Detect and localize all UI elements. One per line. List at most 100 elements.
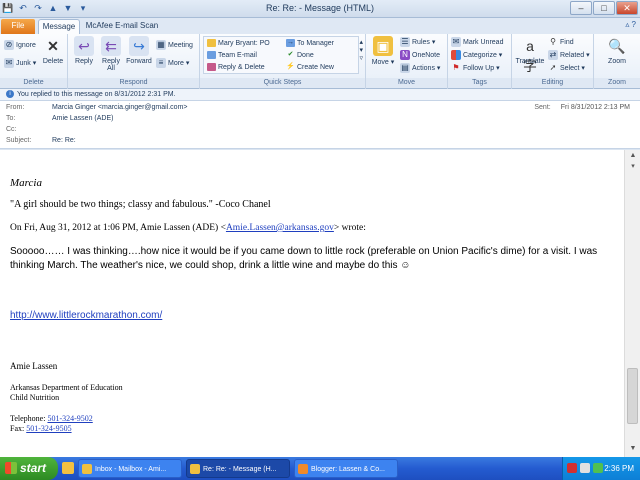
to-row: To: Amie Lassen (ADE) <box>6 115 114 122</box>
system-tray: 2:36 PM <box>562 457 640 480</box>
select-button[interactable]: ➚ Select ▾ <box>548 63 585 73</box>
clock: 2:36 PM <box>604 464 634 473</box>
title-bar: 💾 ↶ ↷ ▲ ▼ ▾ Re: Re: - Message (HTML) – □… <box>0 0 640 18</box>
team-email-icon <box>207 51 216 59</box>
more-button[interactable]: ≡ More ▾ <box>156 58 189 68</box>
gallery-scroll-icon[interactable]: ▴ ▾ ▿ <box>359 38 363 62</box>
quicklaunch-icon[interactable] <box>62 462 74 474</box>
quick-steps-label: Quick Steps <box>200 78 365 88</box>
quick-step-done[interactable]: ✔ Done <box>286 51 314 59</box>
windows-logo-icon <box>5 462 17 474</box>
actions-button[interactable]: ▤ Actions ▾ <box>400 63 440 73</box>
maximize-button[interactable]: □ <box>593 1 615 15</box>
ignore-button[interactable]: ⊘ Ignore <box>4 40 36 50</box>
quick-step-team[interactable]: Team E-mail <box>207 51 257 59</box>
info-bar: i You replied to this message on 8/31/201… <box>0 89 640 101</box>
fax-link[interactable]: 501-324-9505 <box>26 424 71 433</box>
quick-step-create[interactable]: ⚡ Create New <box>286 63 334 71</box>
marathon-link[interactable]: http://www.littlerockmarathon.com/ <box>10 310 162 321</box>
window-title: Re: Re: - Message (HTML) <box>265 3 375 13</box>
scroll-down-icon[interactable]: ▼ <box>628 445 638 455</box>
email-link[interactable]: Amie.Lassen@arkansas.gov <box>226 223 334 233</box>
organization: Arkansas Department of Education Child Nu… <box>10 383 123 402</box>
message-body[interactable]: Marcia "A girl should be two things; cla… <box>0 150 624 457</box>
task-inbox[interactable]: Inbox - Mailbox - Ami... <box>78 459 182 478</box>
from-value[interactable]: Marcia Ginger <marcia.ginger@gmail.com> <box>52 104 188 111</box>
ribbon-tabs: File Message McAfee E-mail Scan ▵ ? <box>0 18 640 34</box>
lightning-icon: ⚡ <box>286 63 295 70</box>
editing-group-label: Editing <box>512 78 593 88</box>
quick-step-mary[interactable]: Mary Bryant: PO <box>207 39 270 47</box>
to-value[interactable]: Amie Lassen (ADE) <box>52 115 113 122</box>
zoom-button[interactable]: 🔍 Zoom <box>602 36 632 65</box>
subject-value: Re: Re: <box>52 137 76 144</box>
ribbon: ⊘ Ignore ✉ Junk ▾ ✕ Delete Delete ↩ Reply ⇇ R… <box>0 34 640 89</box>
junk-icon: ✉ <box>4 58 14 68</box>
tab-message[interactable]: Message <box>38 19 80 34</box>
outlook-icon <box>82 464 92 474</box>
delete-button[interactable]: ✕ Delete <box>40 36 66 65</box>
move-group-label: Move <box>366 78 447 88</box>
reply-all-icon: ⇇ <box>101 36 121 56</box>
move-button[interactable]: ▣ Move ▾ <box>370 36 396 66</box>
junk-button[interactable]: ✉ Junk ▾ <box>4 58 36 68</box>
rules-button[interactable]: ☰ Rules ▾ <box>400 37 435 47</box>
translate-button[interactable]: a字 Translate <box>514 36 546 74</box>
reply-button[interactable]: ↩ Reply <box>72 36 96 65</box>
onenote-button[interactable]: N OneNote <box>400 50 440 60</box>
scroll-expand-icon[interactable]: ▾ <box>628 162 638 172</box>
actions-icon: ▤ <box>400 63 410 73</box>
network-icon[interactable] <box>580 463 590 473</box>
forward-button[interactable]: ↪ Forward <box>124 36 154 65</box>
mark-unread-button[interactable]: ✉ Mark Unread <box>451 37 503 47</box>
help-icon[interactable]: ▵ ? <box>625 20 636 29</box>
signature-name: Marcia <box>10 177 42 189</box>
zoom-group-label: Zoom <box>594 78 640 88</box>
telephone-link[interactable]: 501-324-9502 <box>47 414 92 423</box>
sent-row: Sent: Fri 8/31/2012 2:13 PM <box>534 104 630 111</box>
vertical-scrollbar[interactable]: ▲ ▾ ▼ <box>624 150 640 457</box>
cc-row: Cc: <box>6 126 17 133</box>
editing-group: a字 Translate ⚲ Find ⇄ Related ▾ ➚ Select ▾ E… <box>512 34 594 89</box>
more-icon: ≡ <box>156 58 166 68</box>
subject-row: Subject: Re: Re: <box>6 137 76 144</box>
reply-icon: ↩ <box>74 36 94 56</box>
message-paragraph: Sooooo…… I was thinking….how nice it wou… <box>10 246 598 271</box>
signature-quote: "A girl should be two things; classy and… <box>10 199 271 210</box>
forward-icon: ↪ <box>129 36 149 56</box>
task-blogger[interactable]: Blogger: Lassen & Co... <box>294 459 398 478</box>
categorize-button[interactable]: Categorize ▾ <box>451 50 502 60</box>
move-group: ▣ Move ▾ ☰ Rules ▾ N OneNote ▤ Actions ▾ Mov… <box>366 34 448 89</box>
quick-steps-gallery: Mary Bryant: PO Team E-mail Reply & Dele… <box>203 36 359 74</box>
respond-group-label: Respond <box>68 78 199 88</box>
find-button[interactable]: ⚲ Find <box>548 37 574 47</box>
zoom-group: 🔍 Zoom Zoom <box>594 34 640 89</box>
category-icon <box>451 50 461 60</box>
start-button[interactable]: start <box>0 457 58 480</box>
quick-step-reply-delete[interactable]: Reply & Delete <box>207 63 265 71</box>
on-wrote-line: On Fri, Aug 31, 2012 at 1:06 PM, Amie La… <box>10 223 366 233</box>
volume-icon[interactable] <box>593 463 603 473</box>
scroll-up-icon[interactable]: ▲ <box>628 152 638 162</box>
antivirus-icon[interactable] <box>567 463 577 473</box>
close-button[interactable]: ✕ <box>616 1 638 15</box>
related-icon: ⇄ <box>548 50 558 60</box>
envelope-icon: ✉ <box>451 37 461 47</box>
rules-icon: ☰ <box>400 37 410 47</box>
reply-all-button[interactable]: ⇇ Reply All <box>98 36 124 72</box>
scroll-thumb[interactable] <box>627 368 638 424</box>
message-header: From: Marcia Ginger <marcia.ginger@gmail.… <box>0 101 640 149</box>
quick-step-manager[interactable]: → To Manager <box>286 39 334 47</box>
ignore-icon: ⊘ <box>4 40 14 50</box>
tab-file[interactable]: File <box>1 19 35 34</box>
delete-group-label: Delete <box>0 78 67 88</box>
meeting-button[interactable]: ▦ Meeting <box>156 40 193 50</box>
tags-group: ✉ Mark Unread Categorize ▾ ⚑ Follow Up ▾ T… <box>448 34 512 89</box>
follow-up-button[interactable]: ⚑ Follow Up ▾ <box>451 63 499 73</box>
tab-mcafee[interactable]: McAfee E-mail Scan <box>84 19 160 34</box>
task-message[interactable]: Re: Re: - Message (H... <box>186 459 290 478</box>
minimize-button[interactable]: – <box>570 1 592 15</box>
respond-group: ↩ Reply ⇇ Reply All ↪ Forward ▦ Meeting ≡ More… <box>68 34 200 89</box>
info-icon: i <box>6 90 14 99</box>
related-button[interactable]: ⇄ Related ▾ <box>548 50 590 60</box>
